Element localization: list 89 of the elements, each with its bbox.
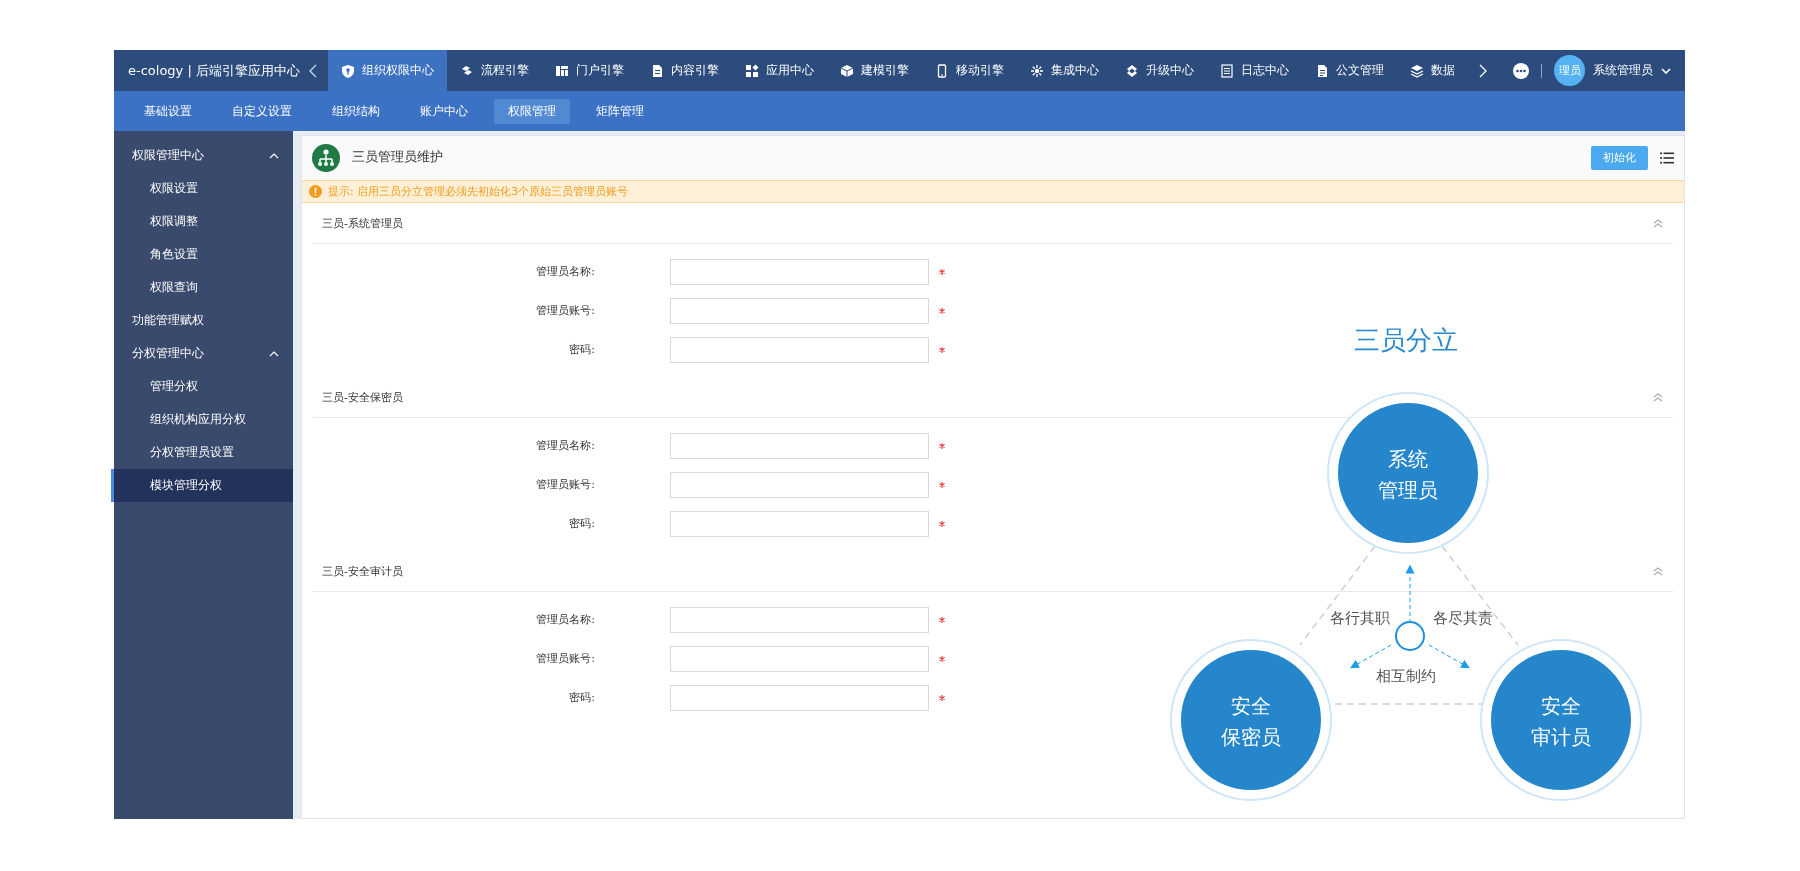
section-title: 三员-系统管理员 bbox=[322, 215, 403, 231]
input-field[interactable] bbox=[670, 645, 929, 672]
collapse-icon[interactable] bbox=[1653, 392, 1663, 402]
input-field[interactable] bbox=[670, 471, 929, 498]
list-document-icon bbox=[1220, 63, 1234, 78]
app-brand: e-cology | 后端引擎应用中心 bbox=[127, 61, 298, 80]
sub-nav-tab[interactable]: 组织结构 bbox=[318, 98, 394, 124]
document-icon bbox=[1315, 63, 1329, 78]
shield-icon bbox=[341, 63, 355, 78]
top-nav-tab[interactable]: 建模引擎 bbox=[827, 50, 922, 91]
sidebar-item[interactable]: 权限调整 bbox=[111, 205, 293, 238]
field-label: 管理员名称: bbox=[535, 612, 595, 627]
input-field[interactable] bbox=[670, 432, 929, 459]
role-label: 安全 保密员 bbox=[1221, 694, 1281, 749]
top-nav-tab[interactable]: 数据 bbox=[1397, 50, 1468, 91]
sidebar-item[interactable]: 组织机构应用分权 bbox=[111, 403, 293, 436]
panel-title: 三员管理员维护 bbox=[352, 149, 443, 166]
input-field[interactable] bbox=[670, 258, 929, 285]
field-label: 管理员账号: bbox=[535, 651, 595, 666]
arrow bbox=[1350, 644, 1392, 669]
sidebar-item[interactable]: 角色设置 bbox=[111, 238, 293, 271]
sub-nav-tab[interactable]: 账户中心 bbox=[406, 98, 482, 124]
cubes-icon bbox=[460, 63, 474, 78]
sub-nav-tab[interactable]: 自定义设置 bbox=[218, 98, 306, 124]
top-nav-tab[interactable]: 升级中心 bbox=[1112, 50, 1207, 91]
sub-nav-tab[interactable]: 基础设置 bbox=[130, 98, 206, 124]
field-label: 密码: bbox=[568, 690, 595, 705]
arrow bbox=[1405, 564, 1415, 624]
sidebar-group[interactable]: 分权管理中心 bbox=[111, 337, 293, 370]
field-label: 密码: bbox=[568, 342, 595, 357]
chevron-right-icon[interactable] bbox=[1479, 63, 1487, 78]
input-field[interactable] bbox=[670, 510, 929, 537]
menu-icon[interactable] bbox=[1660, 151, 1674, 164]
sidebar-item[interactable]: 权限查询 bbox=[111, 271, 293, 304]
sub-nav-tab[interactable]: 权限管理 bbox=[494, 98, 570, 124]
role-label: 安全 审计员 bbox=[1531, 694, 1591, 749]
center-ring bbox=[1395, 621, 1425, 651]
collapse-icon[interactable] bbox=[1653, 218, 1663, 228]
top-nav-tab[interactable]: 移动引擎 bbox=[922, 50, 1017, 91]
top-nav-tab[interactable]: 日志中心 bbox=[1207, 50, 1302, 91]
sub-nav-tab[interactable]: 矩阵管理 bbox=[582, 98, 658, 124]
sidebar-item[interactable]: 模块管理分权 bbox=[111, 469, 293, 502]
relation-label: 各尽其责 bbox=[1433, 609, 1493, 627]
more-icon[interactable] bbox=[1513, 62, 1529, 79]
layers-icon bbox=[1410, 63, 1424, 78]
sidebar-item[interactable]: 分权管理员设置 bbox=[111, 436, 293, 469]
arrow bbox=[1428, 644, 1470, 669]
relation-label: 相互制约 bbox=[1376, 667, 1436, 685]
top-nav-tab[interactable]: 门户引擎 bbox=[542, 50, 637, 91]
relation-label: 各行其职 bbox=[1330, 609, 1390, 627]
apps-grid-icon bbox=[745, 63, 759, 78]
sidebar-item[interactable]: 管理分权 bbox=[111, 370, 293, 403]
sparkle-icon bbox=[1030, 63, 1044, 78]
warning-icon bbox=[309, 185, 322, 198]
input-field[interactable] bbox=[670, 606, 929, 633]
input-field[interactable] bbox=[670, 684, 929, 711]
chevron-left-icon[interactable] bbox=[309, 63, 317, 78]
sidebar-group[interactable]: 功能管理赋权 bbox=[111, 304, 293, 337]
org-chart-icon bbox=[312, 143, 340, 172]
top-nav-tab[interactable]: 内容引擎 bbox=[637, 50, 732, 91]
sidebar-item[interactable]: 权限设置 bbox=[111, 172, 293, 205]
field-label: 管理员账号: bbox=[535, 477, 595, 492]
phone-icon bbox=[935, 63, 949, 78]
collapse-icon[interactable] bbox=[1653, 566, 1663, 576]
input-field[interactable] bbox=[670, 336, 929, 363]
caret-icon[interactable] bbox=[1661, 67, 1671, 74]
top-nav-tab[interactable]: 集成中心 bbox=[1017, 50, 1112, 91]
chevron-up-icon[interactable] bbox=[269, 350, 279, 357]
user-name[interactable]: 系统管理员 bbox=[1593, 62, 1653, 79]
input-field[interactable] bbox=[670, 297, 929, 324]
loop-icon bbox=[1125, 63, 1139, 78]
field-label: 管理员名称: bbox=[535, 438, 595, 453]
layout-icon bbox=[555, 63, 569, 78]
role-label: 系统 管理员 bbox=[1378, 447, 1438, 502]
chevron-up-icon[interactable] bbox=[269, 152, 279, 159]
top-nav-tab[interactable]: 流程引擎 bbox=[447, 50, 542, 91]
top-nav-tab[interactable]: 组织权限中心 bbox=[328, 50, 447, 91]
cube-icon bbox=[840, 63, 854, 78]
notice-text: 提示: 启用三员分立管理必须先初始化3个原始三员管理员账号 bbox=[328, 184, 629, 199]
section-title: 三员-安全审计员 bbox=[322, 563, 403, 579]
section-title: 三员-安全保密员 bbox=[322, 389, 403, 405]
top-nav-tab[interactable]: 应用中心 bbox=[732, 50, 827, 91]
field-label: 管理员账号: bbox=[535, 303, 595, 318]
field-label: 管理员名称: bbox=[535, 264, 595, 279]
top-nav-tab[interactable]: 公文管理 bbox=[1302, 50, 1397, 91]
diagram-title: 三员分立 bbox=[1354, 325, 1458, 355]
field-label: 密码: bbox=[568, 516, 595, 531]
document-icon bbox=[650, 63, 664, 78]
sidebar-group[interactable]: 权限管理中心 bbox=[111, 139, 293, 172]
